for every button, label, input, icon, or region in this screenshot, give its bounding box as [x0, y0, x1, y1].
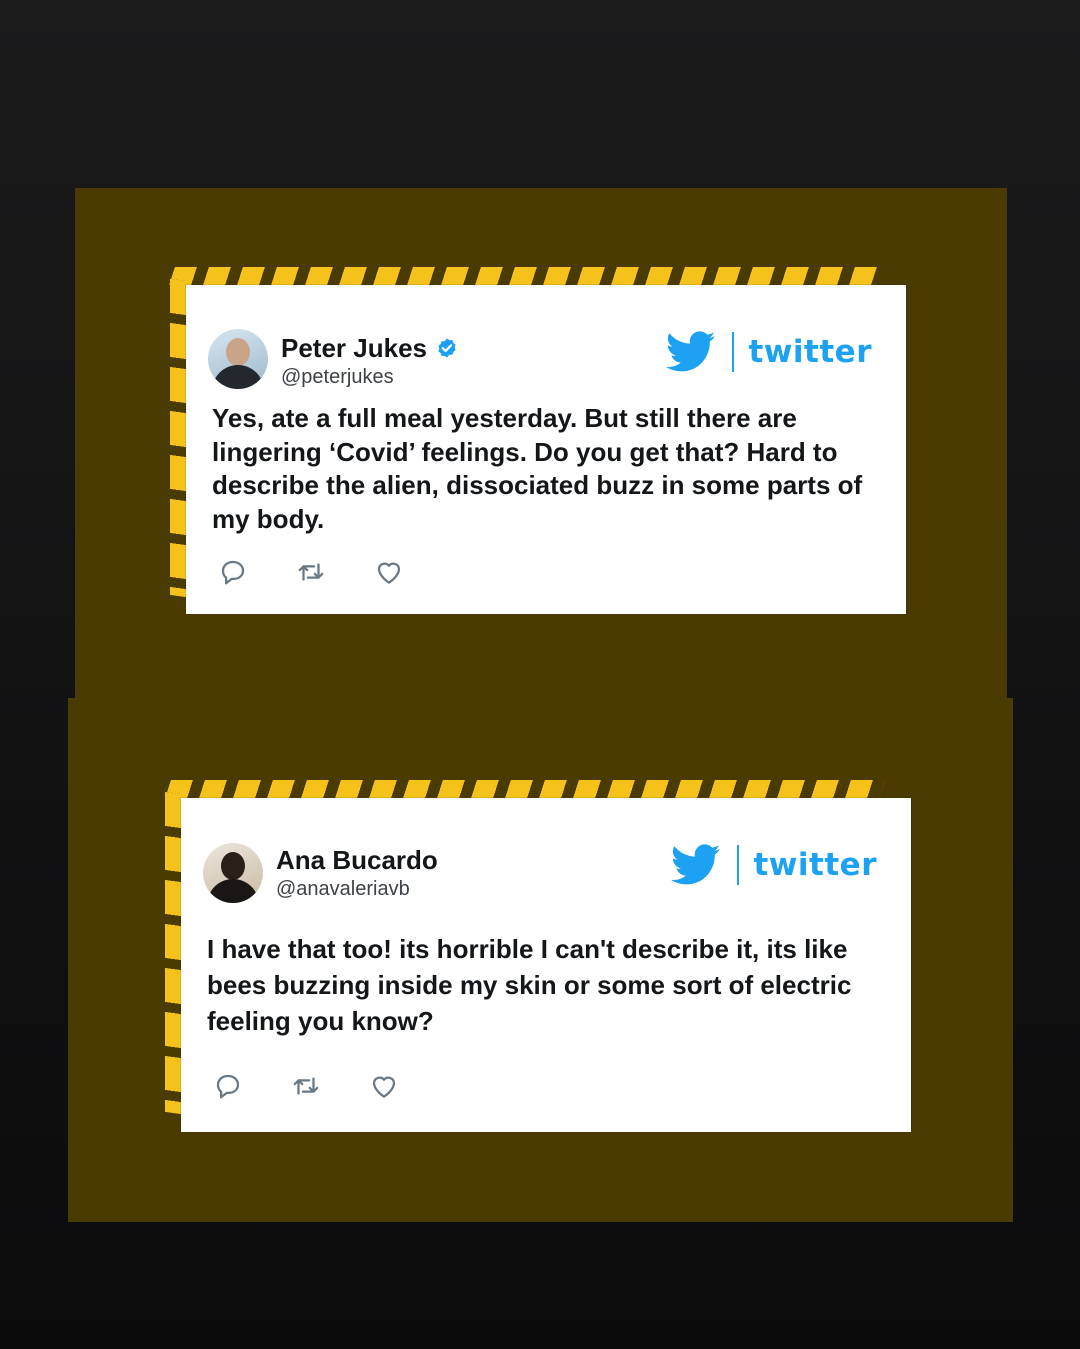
author-handle[interactable]: @peterjukes — [281, 365, 458, 389]
tweet-text: Yes, ate a full meal yesterday. But stil… — [212, 403, 863, 534]
author-name[interactable]: Peter Jukes — [281, 333, 427, 363]
stripe-decoration-top-2 — [165, 780, 885, 798]
heart-icon[interactable] — [374, 557, 404, 587]
twitter-bird-icon — [671, 844, 721, 885]
author-block: Ana Bucardo @anavaleriavb — [276, 845, 438, 901]
tweet-card: Peter Jukes @peterjukes twitter Yes, ate… — [186, 285, 906, 614]
brand-divider — [737, 845, 740, 885]
avatar[interactable] — [208, 329, 268, 389]
tweet-actions — [218, 557, 404, 587]
tweet-actions — [213, 1071, 399, 1101]
author-name[interactable]: Ana Bucardo — [276, 845, 438, 875]
twitter-bird-icon — [666, 331, 716, 372]
stripe-decoration-side-2 — [165, 791, 181, 1115]
brand-divider — [732, 332, 735, 372]
retweet-icon[interactable] — [291, 1071, 321, 1101]
twitter-brand: twitter — [666, 331, 872, 373]
retweet-icon[interactable] — [296, 557, 326, 587]
twitter-wordmark: twitter — [748, 334, 872, 370]
twitter-wordmark: twitter — [753, 847, 877, 883]
stripe-decoration-side-1 — [170, 278, 186, 598]
avatar[interactable] — [203, 843, 263, 903]
author-block: Peter Jukes @peterjukes — [281, 333, 458, 389]
reply-icon[interactable] — [218, 557, 248, 587]
verified-badge-icon — [438, 338, 456, 358]
reply-icon[interactable] — [213, 1071, 243, 1101]
author-handle[interactable]: @anavaleriavb — [276, 877, 438, 901]
tweet-text: I have that too! its horrible I can't de… — [207, 934, 852, 1036]
twitter-brand: twitter — [671, 844, 877, 886]
stripe-decoration-top-1 — [169, 267, 877, 285]
tweet-card: Ana Bucardo @anavaleriavb twitter I have… — [181, 798, 911, 1132]
heart-icon[interactable] — [369, 1071, 399, 1101]
